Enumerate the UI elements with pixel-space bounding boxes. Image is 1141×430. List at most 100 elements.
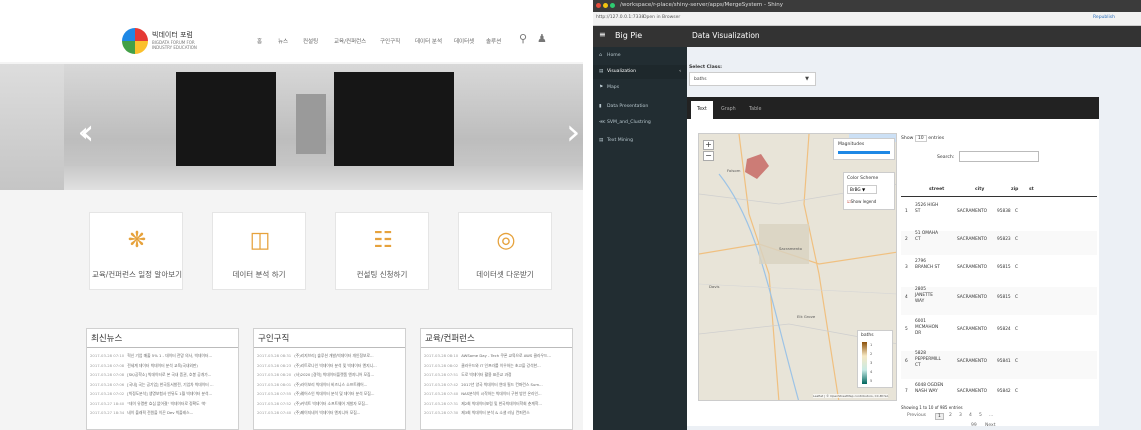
logo-title[interactable]: 빅데이터 포럼	[152, 30, 193, 40]
list-item[interactable]: 2017-03-28 07:08 전세계 데이터 빅데이터 분석 교육(국내외판)	[90, 361, 238, 371]
next-page-button[interactable]: Next	[985, 423, 995, 428]
page-99-button[interactable]: 99	[971, 423, 977, 428]
app-title[interactable]: Big Pie	[615, 31, 642, 40]
zoom-in-button[interactable]: +	[703, 140, 714, 150]
tab-graph[interactable]: Graph	[715, 101, 742, 119]
list-item[interactable]: 2017-03-28 07:55 (주)웨어스인 빅데이터 분석 및 데이터 분석…	[257, 389, 405, 399]
card-analysis[interactable]: ◫ 데이터 분석 하기	[212, 212, 306, 290]
url-text[interactable]: http://127.0.0.1:7338	[596, 15, 644, 20]
table-row[interactable]: 7 6048 OGDEN NASH WAY SACRAMENTO 95842 C	[901, 383, 1097, 407]
list-item[interactable]: 2017-03-27 18:40 "데이 유명한 효심 없어졌" 빅데이터로 정확…	[90, 399, 238, 409]
nav-solutions[interactable]: 솔루션	[486, 37, 501, 45]
list-item[interactable]: 2017-03-28 08:01 (주)라이보리 빅데이터 비즈니스 소프트웨어.…	[257, 380, 405, 390]
list-item[interactable]: 2017-03-28 08:02 클라우드와 IT 인프라를 이우하는 초고을 강…	[424, 361, 572, 371]
card-datasets[interactable]: ◎ 데이터셋 다운받기	[458, 212, 552, 290]
list-item[interactable]: 2017-03-28 07:30 제3회 빅데이터 분석 & 소셜 러닝 컨퍼런스	[424, 408, 572, 418]
item-title: (주)웨어스인 빅데이터 분석 및 데이터 분석 모집...	[294, 391, 375, 396]
main-content: Select Class: baths ▼ Text Graph Table +…	[687, 47, 1141, 430]
magnitudes-slider[interactable]	[838, 151, 890, 154]
item-date: 2017-03-28 07:02	[90, 391, 125, 396]
list-item[interactable]: 2017-03-28 07:40 NAS분석이 시작하는 빅데이터 구현 방안 온…	[424, 389, 572, 399]
column-header-street[interactable]: street	[929, 187, 944, 192]
column-header-city[interactable]: city	[975, 187, 984, 192]
color-scheme-select[interactable]: BrBG ▼	[847, 185, 877, 194]
search-icon[interactable]: ⚲	[519, 32, 527, 45]
nav-datasets[interactable]: 데이터셋	[454, 37, 474, 45]
leaflet-map[interactable]: + − Folsom Sacramento Elk Grove Davis Ma…	[698, 133, 897, 401]
page-1-button[interactable]: 1	[935, 413, 944, 420]
legend-tick: 1	[870, 343, 873, 347]
panel-title[interactable]: 교육/컨퍼런스	[425, 332, 475, 344]
nav-consulting[interactable]: 컨설팅	[303, 37, 318, 45]
cell-city: SACRAMENTO	[957, 295, 988, 300]
previous-page-button[interactable]: Previous	[907, 413, 926, 418]
table-row[interactable]: 2 51 OMAHA CT SACRAMENTO 95823 C	[901, 231, 1097, 255]
entries-length-select[interactable]: 10	[914, 135, 927, 142]
sidebar-item-home[interactable]: ⌂ Home	[593, 49, 687, 63]
page-2-button[interactable]: 2	[949, 413, 952, 418]
open-browser-button[interactable]: Open in Browser	[643, 15, 680, 20]
sidebar-item-svm[interactable]: ⋘SVM_and_Clustring	[593, 116, 687, 130]
caret-down-icon: ▼	[805, 76, 809, 82]
sidebar-item-maps[interactable]: ⚑ Maps	[593, 81, 687, 95]
map-attribution[interactable]: Leaflet | © OpenStreetMap contributors, …	[813, 394, 889, 398]
legend-title: baths	[861, 333, 874, 338]
page-4-button[interactable]: 4	[969, 413, 972, 418]
list-item[interactable]: 2017-03-28 07:10 혁신 기업 매출 5% 1 - 데이터 전망 의…	[90, 351, 238, 361]
user-icon[interactable]: ♟	[537, 32, 547, 45]
tab-text[interactable]: Text	[691, 101, 713, 119]
column-header-st[interactable]: st	[1029, 187, 1034, 192]
show-legend-checkbox[interactable]: ☑Show legend	[847, 199, 876, 204]
item-title: (주)페이지네이 빅데이터 엔지니어 모집...	[294, 410, 361, 415]
table-row[interactable]: 3 2796 BRANCH ST SACRAMENTO 95815 C	[901, 259, 1097, 283]
table-row[interactable]: 6 5828 PEPPERMILL CT SACRAMENTO 95841 C	[901, 351, 1097, 379]
zoom-out-button[interactable]: −	[703, 151, 714, 161]
list-item[interactable]: 2017-03-28 08:23 (주)리트로나인 빅데이터 분석 및 빅데이터 …	[257, 361, 405, 371]
nav-analysis[interactable]: 데이터 분석	[415, 37, 442, 45]
panel-title[interactable]: 최신뉴스	[91, 332, 122, 344]
minimize-window-icon[interactable]	[603, 3, 608, 8]
page-3-button[interactable]: 3	[959, 413, 962, 418]
class-select[interactable]: baths ▼	[689, 72, 816, 86]
sidebar-item-visualization[interactable]: ▤ Visualization ‹	[593, 65, 687, 79]
server-rack-image	[334, 72, 454, 172]
column-header-zip[interactable]: zip	[1011, 187, 1018, 192]
hero-prev-arrow-left[interactable]: ‹	[78, 118, 88, 148]
magnitudes-control[interactable]: Magnitudes	[833, 138, 895, 160]
hero-next-arrow[interactable]: ›	[566, 112, 580, 153]
tab-table[interactable]: Table	[743, 101, 767, 119]
list-item[interactable]: 2017-03-28 07:51 도로 빅데이터 활용 표준교 과정	[424, 370, 572, 380]
cell-city: SACRAMENTO	[957, 327, 988, 332]
table-row[interactable]: 4 2805 JANETTE WAY SACRAMENTO 95815 C	[901, 287, 1097, 315]
list-item[interactable]: 2017-03-28 07:08 [SK/공학소] 빅데이터로 본 국내 증권, …	[90, 370, 238, 380]
close-window-icon[interactable]	[596, 3, 601, 8]
list-item[interactable]: 2017-03-28 07:52 (주)커넥트 빅데이터 소프트웨어 개발자 모집…	[257, 399, 405, 409]
card-education[interactable]: ❋ 교육/컨퍼런스 일정 알아보기	[89, 212, 183, 290]
table-row[interactable]: 1 3526 HIGH ST SACRAMENTO 95838 C	[901, 203, 1097, 227]
nav-home[interactable]: 홈	[257, 37, 262, 45]
table-row[interactable]: 5 6001 MCMAHON DR SACRAMENTO 95824 C	[901, 319, 1097, 347]
list-item[interactable]: 2017-03-28 07:06 [국내] 국는 공기업] 한국동서발전, 기업차…	[90, 380, 238, 390]
page-5-button[interactable]: 5	[979, 413, 982, 418]
list-item[interactable]: 2017-03-28 07:02 [빅정도분석] 생명보험사 빈뮤도 1월 빅데이…	[90, 389, 238, 399]
republish-button[interactable]: Republish	[1093, 15, 1115, 20]
list-item[interactable]: 2017-03-28 07:31 제2회 빅데이터포럼 및 한국빅데이터학회 춘계…	[424, 399, 572, 409]
list-item[interactable]: 2017-03-28 08:31 (주)리지브리] 솔루션 개발/빅데이터 개인정…	[257, 351, 405, 361]
card-consulting[interactable]: ☷ 컨설팅 신청하기	[335, 212, 429, 290]
maximize-window-icon[interactable]	[610, 3, 615, 8]
card-label: 컨설팅 신청하기	[356, 270, 408, 279]
list-item[interactable]: 2017-03-28 08:10 AWSome Day - Tech 쿠폰 교육으…	[424, 351, 572, 361]
nav-news[interactable]: 뉴스	[278, 37, 288, 45]
sidebar-item-text-mining[interactable]: ▤ Text Mining	[593, 134, 687, 148]
logo-icon[interactable]	[122, 28, 148, 54]
list-item[interactable]: 2017-03-28 07:40 (주)페이지네이 빅데이터 엔지니어 모집...	[257, 408, 405, 418]
list-item[interactable]: 2017-03-28 08:20 (사)2020 [경력] 빅데이터플랫폼 엔지니…	[257, 370, 405, 380]
sidebar-item-data-presentation[interactable]: ▮ Data Presentation	[593, 100, 687, 114]
nav-education[interactable]: 교육/컨퍼런스	[334, 37, 366, 45]
list-item[interactable]: 2017-03-27 18:34 네이 올래픽 전원을 이끈 Dev 빅플레스..…	[90, 408, 238, 418]
nav-jobs[interactable]: 구인구직	[380, 37, 400, 45]
list-item[interactable]: 2017-03-28 07:42 2017년 양국 빅데이터 연대 필드 컨퍼런스…	[424, 380, 572, 390]
search-input[interactable]	[959, 151, 1039, 162]
hamburger-icon[interactable]: ≡	[599, 30, 606, 39]
panel-title[interactable]: 구인구직	[258, 332, 289, 344]
